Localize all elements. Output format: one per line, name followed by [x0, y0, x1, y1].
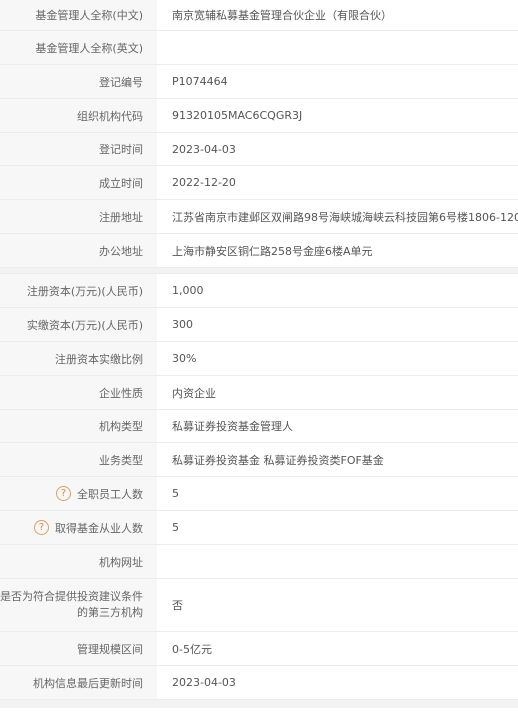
question-mark-icon[interactable]: ? [34, 520, 49, 535]
label-reg-date: 登记时间 [0, 133, 157, 165]
row-fulltime-staff: ? 全职员工人数 5 [0, 477, 518, 511]
row-business-type: 业务类型 私募证券投资基金 私募证券投资类FOF基金 [0, 443, 518, 477]
value-enterprise-nature: 内资企业 [172, 386, 216, 400]
row-name-en: 基金管理人全称(英文) [0, 31, 518, 65]
row-enterprise-nature: 企业性质 内资企业 [0, 376, 518, 410]
manager-info-table: 基金管理人全称(中文) 南京宽辅私募基金管理合伙企业（有限合伙） 基金管理人全称… [0, 0, 518, 708]
label-qualified-staff: ? 取得基金从业人数 [0, 511, 157, 544]
label-fulltime-staff: ? 全职员工人数 [0, 477, 157, 510]
label-third-party-line1: 是否为符合提供投资建议条件 [0, 590, 143, 603]
value-fulltime-staff: 5 [172, 487, 179, 500]
row-org-type: 机构类型 私募证券投资基金管理人 [0, 410, 518, 443]
row-reg-capital: 注册资本(万元)(人民币) 1,000 [0, 274, 518, 308]
label-third-party: 是否为符合提供投资建议条件 的第三方机构 [0, 579, 157, 631]
row-qualified-staff: ? 取得基金从业人数 5 [0, 511, 518, 545]
label-org-code: 组织机构代码 [0, 99, 157, 132]
label-found-date: 成立时间 [0, 166, 157, 199]
row-reg-no: 登记编号 P1074464 [0, 65, 518, 99]
value-website [157, 545, 518, 578]
row-website: 机构网址 [0, 545, 518, 579]
row-name-cn: 基金管理人全称(中文) 南京宽辅私募基金管理合伙企业（有限合伙） [0, 0, 518, 31]
label-last-update: 机构信息最后更新时间 [0, 666, 157, 699]
label-aum-range: 管理规模区间 [0, 632, 157, 665]
label-office-address: 办公地址 [0, 234, 157, 267]
value-org-code: 91320105MAC6CQGR3J [172, 109, 303, 122]
question-mark-icon[interactable]: ? [56, 486, 71, 501]
label-org-type: 机构类型 [0, 410, 157, 442]
label-enterprise-nature: 企业性质 [0, 376, 157, 409]
row-paid-capital: 实缴资本(万元)(人民币) 300 [0, 308, 518, 342]
label-reg-no: 登记编号 [0, 65, 157, 98]
label-business-type: 业务类型 [0, 443, 157, 476]
label-name-en: 基金管理人全称(英文) [0, 31, 157, 64]
row-org-code: 组织机构代码 91320105MAC6CQGR3J [0, 99, 518, 133]
label-reg-address: 注册地址 [0, 200, 157, 233]
row-office-address: 办公地址 上海市静安区铜仁路258号金座6楼A单元 [0, 234, 518, 268]
value-third-party: 否 [172, 599, 183, 612]
label-fulltime-staff-text: 全职员工人数 [77, 487, 143, 501]
value-last-update: 2023-04-03 [172, 676, 236, 689]
value-reg-capital: 1,000 [172, 284, 204, 297]
value-name-en [157, 31, 518, 64]
bottom-strip [0, 700, 518, 708]
value-business-type: 私募证券投资基金 私募证券投资类FOF基金 [172, 453, 384, 467]
label-qualified-staff-text: 取得基金从业人数 [55, 521, 143, 535]
label-paid-capital: 实缴资本(万元)(人民币) [0, 308, 157, 341]
value-reg-date: 2023-04-03 [172, 142, 236, 156]
label-third-party-line2: 的第三方机构 [77, 606, 143, 619]
value-paid-capital: 300 [172, 318, 193, 331]
row-reg-date: 登记时间 2023-04-03 [0, 133, 518, 166]
value-name-cn: 南京宽辅私募基金管理合伙企业（有限合伙） [172, 9, 392, 22]
row-reg-address: 注册地址 江苏省南京市建邺区双闸路98号海峡城海峡云科技园第6号楼1806-12… [0, 200, 518, 234]
value-reg-address: 江苏省南京市建邺区双闸路98号海峡城海峡云科技园第6号楼1806-1207号 [172, 210, 518, 224]
value-office-address: 上海市静安区铜仁路258号金座6楼A单元 [172, 244, 373, 258]
value-found-date: 2022-12-20 [172, 176, 236, 189]
value-reg-no: P1074464 [172, 75, 228, 88]
row-aum-range: 管理规模区间 0-5亿元 [0, 632, 518, 666]
label-reg-capital: 注册资本(万元)(人民币) [0, 274, 157, 307]
row-last-update: 机构信息最后更新时间 2023-04-03 [0, 666, 518, 700]
row-found-date: 成立时间 2022-12-20 [0, 166, 518, 200]
value-aum-range: 0-5亿元 [172, 642, 212, 656]
row-paid-ratio: 注册资本实缴比例 30% [0, 342, 518, 376]
value-org-type: 私募证券投资基金管理人 [172, 420, 293, 433]
row-third-party: 是否为符合提供投资建议条件 的第三方机构 否 [0, 579, 518, 632]
label-paid-ratio: 注册资本实缴比例 [0, 342, 157, 375]
label-website: 机构网址 [0, 545, 157, 578]
label-name-cn: 基金管理人全称(中文) [0, 0, 157, 30]
value-qualified-staff: 5 [172, 521, 179, 534]
value-paid-ratio: 30% [172, 352, 197, 365]
